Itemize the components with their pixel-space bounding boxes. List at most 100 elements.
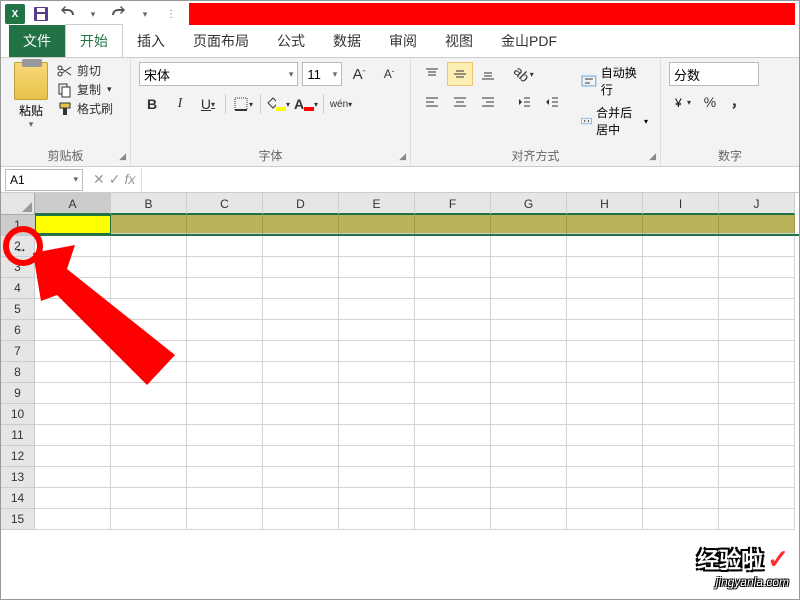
cell[interactable]: [263, 236, 339, 257]
cell[interactable]: [35, 257, 111, 278]
cell[interactable]: [187, 215, 263, 234]
cell[interactable]: [491, 488, 567, 509]
cell[interactable]: [567, 215, 643, 234]
cell[interactable]: [263, 257, 339, 278]
cell[interactable]: [567, 425, 643, 446]
cell[interactable]: [187, 320, 263, 341]
fill-color-button[interactable]: ▾: [265, 92, 291, 116]
paste-dropdown[interactable]: ▾: [29, 119, 34, 130]
cell[interactable]: [263, 320, 339, 341]
cell[interactable]: [187, 278, 263, 299]
cell[interactable]: [643, 320, 719, 341]
cell[interactable]: [263, 509, 339, 530]
align-left-button[interactable]: [419, 90, 445, 114]
row-header[interactable]: 12: [1, 446, 35, 467]
column-header-D[interactable]: D: [263, 193, 339, 215]
cell[interactable]: [111, 467, 187, 488]
cell[interactable]: [187, 446, 263, 467]
cell[interactable]: [415, 425, 491, 446]
column-header-A[interactable]: A: [35, 193, 111, 215]
cell[interactable]: [111, 404, 187, 425]
cell[interactable]: [567, 362, 643, 383]
tab-view[interactable]: 视图: [431, 25, 487, 57]
cell[interactable]: [187, 509, 263, 530]
cell[interactable]: [111, 425, 187, 446]
cell[interactable]: [719, 236, 795, 257]
cell[interactable]: [719, 446, 795, 467]
cell[interactable]: [491, 509, 567, 530]
row-header[interactable]: 13: [1, 467, 35, 488]
font-name-combo[interactable]: 宋体▾: [139, 62, 298, 86]
cell[interactable]: [491, 320, 567, 341]
cell[interactable]: [643, 215, 719, 234]
cell[interactable]: [719, 383, 795, 404]
decrease-indent-button[interactable]: [511, 90, 537, 114]
cell[interactable]: [263, 467, 339, 488]
formula-input[interactable]: [141, 169, 799, 191]
cell[interactable]: [111, 236, 187, 257]
cell[interactable]: [643, 404, 719, 425]
cell[interactable]: [339, 257, 415, 278]
cell[interactable]: [415, 488, 491, 509]
cell[interactable]: [567, 509, 643, 530]
cell[interactable]: [491, 299, 567, 320]
align-top-button[interactable]: [419, 62, 445, 86]
cell[interactable]: [719, 278, 795, 299]
cell[interactable]: [111, 278, 187, 299]
cell[interactable]: [567, 320, 643, 341]
cell[interactable]: [263, 404, 339, 425]
tab-home[interactable]: 开始: [65, 24, 123, 57]
cell[interactable]: [643, 467, 719, 488]
font-size-combo[interactable]: 11▾: [302, 62, 342, 86]
align-bottom-button[interactable]: [475, 62, 501, 86]
cell[interactable]: [339, 488, 415, 509]
cell[interactable]: [35, 278, 111, 299]
column-header-B[interactable]: B: [111, 193, 187, 215]
cell[interactable]: [35, 215, 111, 234]
cell[interactable]: [111, 383, 187, 404]
cell[interactable]: [719, 257, 795, 278]
cell[interactable]: [187, 236, 263, 257]
cell[interactable]: [35, 404, 111, 425]
cell[interactable]: [491, 257, 567, 278]
cell[interactable]: [339, 425, 415, 446]
cell[interactable]: [491, 236, 567, 257]
cell[interactable]: [339, 215, 415, 234]
cell[interactable]: [415, 215, 491, 234]
cell[interactable]: [35, 320, 111, 341]
cell[interactable]: [263, 299, 339, 320]
row-header[interactable]: 10: [1, 404, 35, 425]
tab-formulas[interactable]: 公式: [263, 25, 319, 57]
cell[interactable]: [643, 446, 719, 467]
cell[interactable]: [263, 341, 339, 362]
cell[interactable]: [35, 509, 111, 530]
cell[interactable]: [491, 425, 567, 446]
column-header-C[interactable]: C: [187, 193, 263, 215]
cell[interactable]: [643, 425, 719, 446]
cell[interactable]: [263, 446, 339, 467]
cell[interactable]: [187, 362, 263, 383]
cell[interactable]: [187, 299, 263, 320]
cell[interactable]: [35, 383, 111, 404]
redo-button[interactable]: [109, 4, 129, 24]
cell[interactable]: [35, 341, 111, 362]
cell[interactable]: [567, 278, 643, 299]
qat-dropdown-2[interactable]: ▾: [135, 4, 155, 24]
cell[interactable]: [719, 404, 795, 425]
column-header-J[interactable]: J: [719, 193, 795, 215]
cell[interactable]: [719, 362, 795, 383]
cell[interactable]: [263, 215, 339, 234]
cell[interactable]: [415, 278, 491, 299]
cell[interactable]: [111, 341, 187, 362]
cell[interactable]: [491, 362, 567, 383]
cell[interactable]: [719, 425, 795, 446]
cell[interactable]: [567, 467, 643, 488]
cell[interactable]: [263, 488, 339, 509]
increase-indent-button[interactable]: [539, 90, 565, 114]
cell[interactable]: [339, 404, 415, 425]
decrease-font-button[interactable]: Aˇ: [376, 62, 402, 86]
cell[interactable]: [339, 362, 415, 383]
cell[interactable]: [415, 446, 491, 467]
increase-font-button[interactable]: Aˆ: [346, 62, 372, 86]
fx-button[interactable]: fx: [124, 171, 135, 188]
